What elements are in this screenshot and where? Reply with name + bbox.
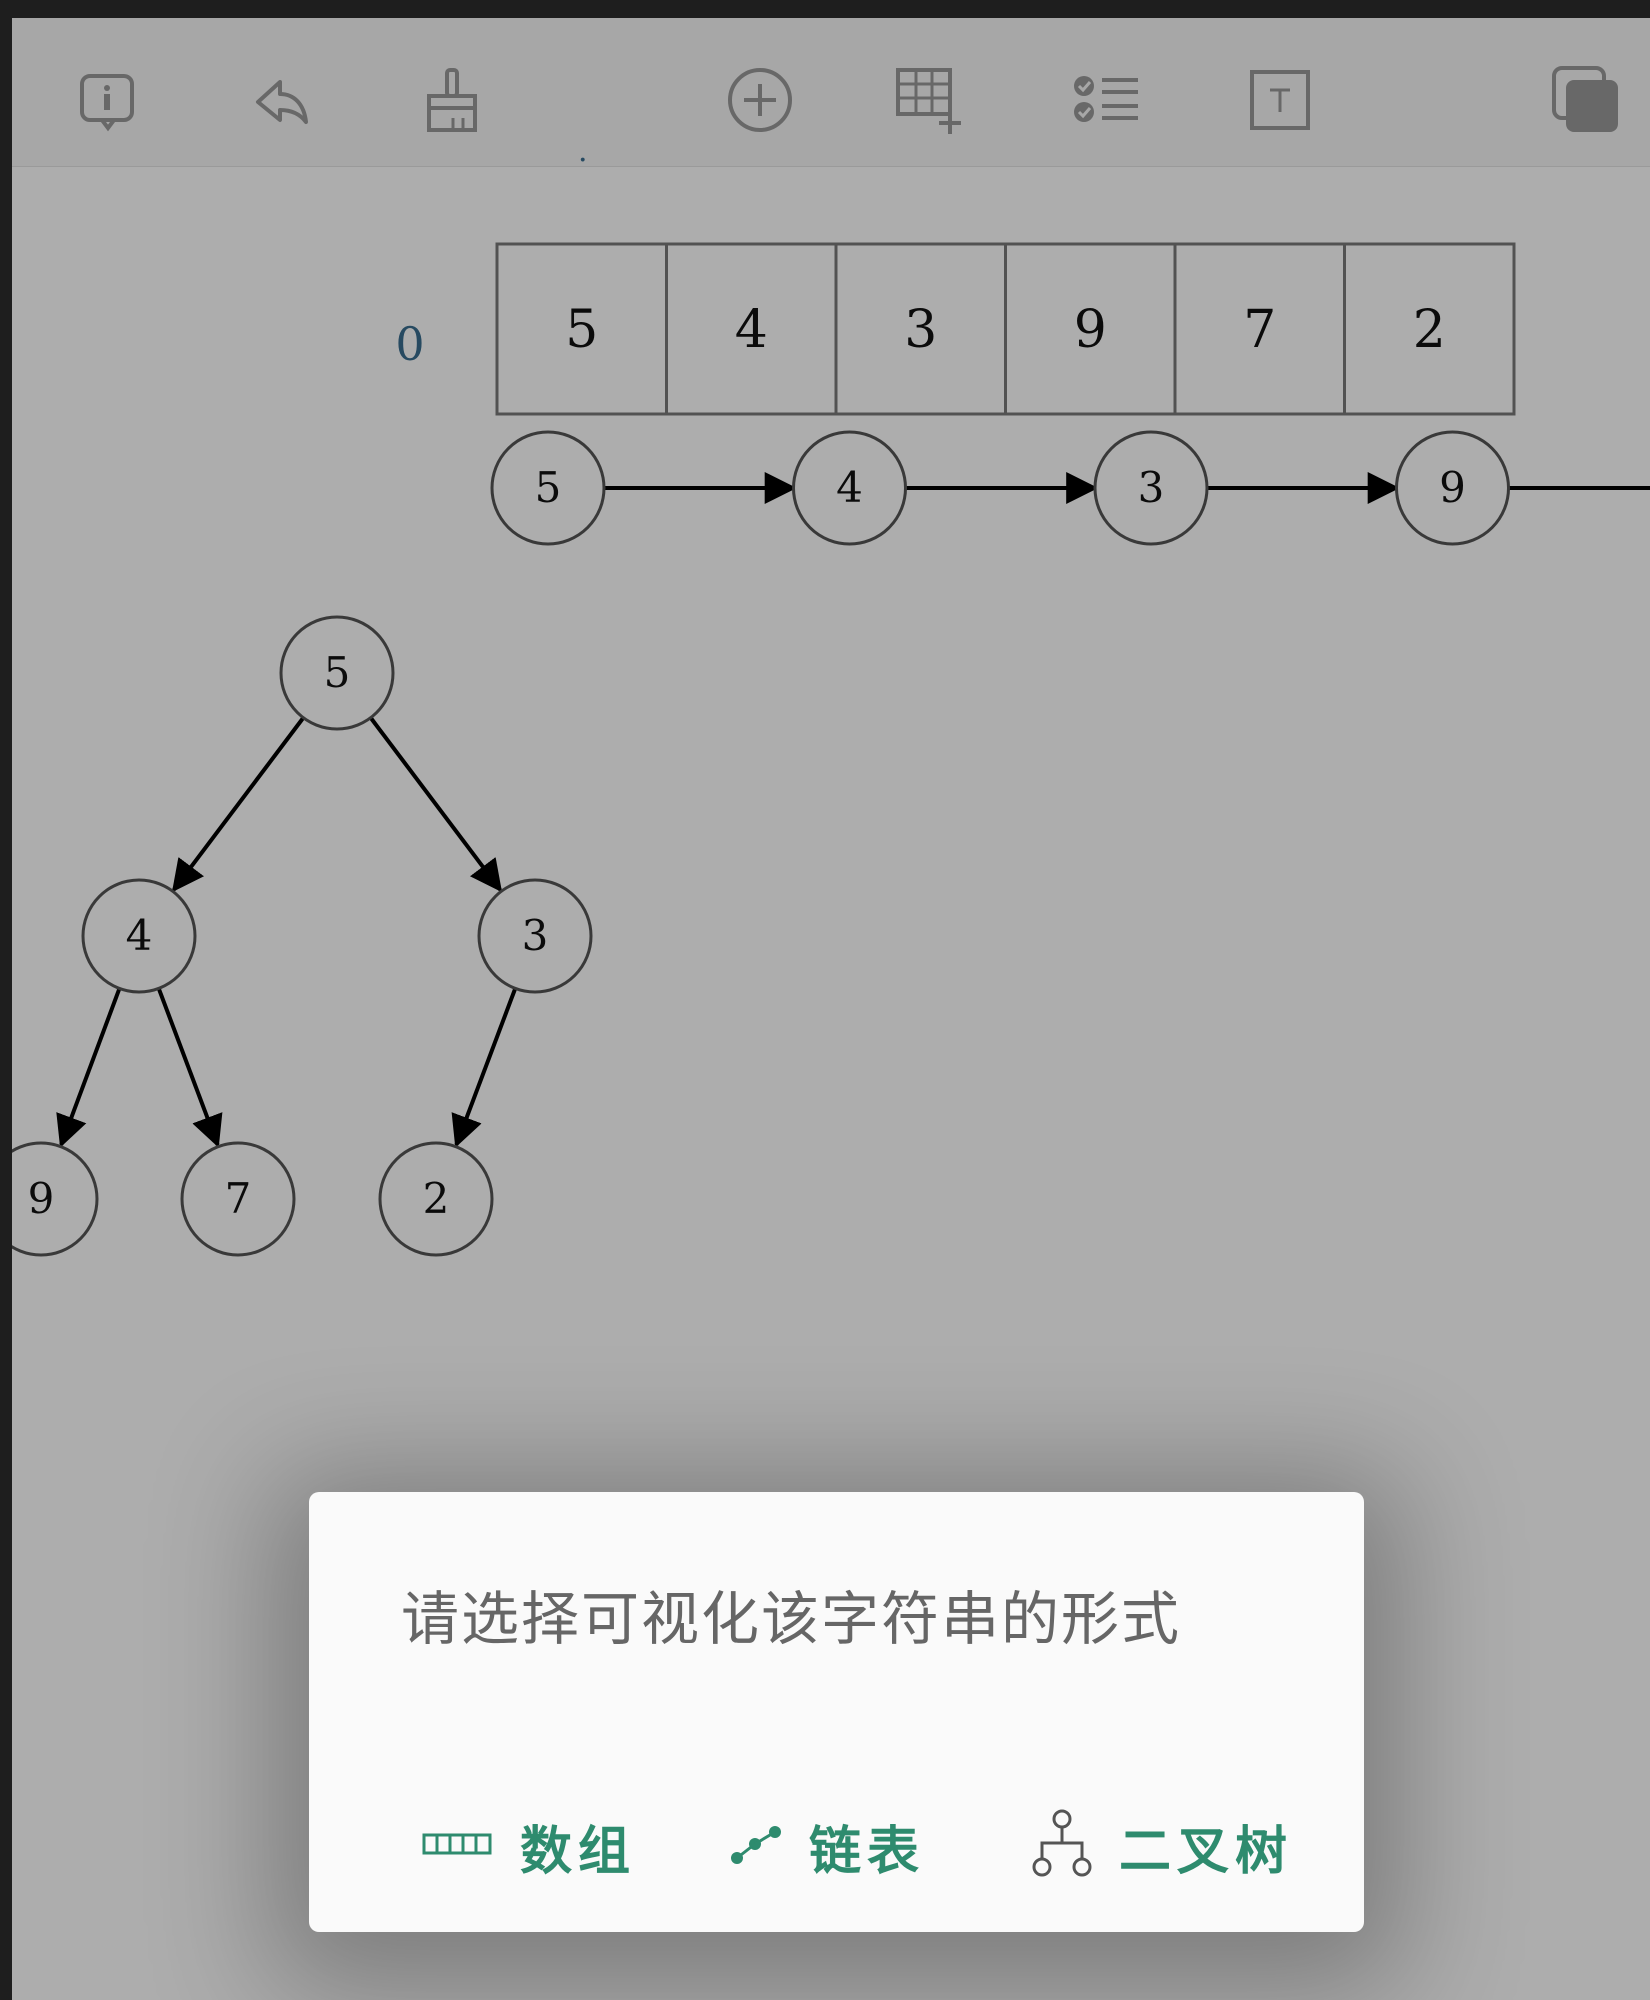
linked-list-button[interactable]: 链表 xyxy=(729,1808,925,1884)
array-icon xyxy=(422,1829,494,1863)
binary-tree-icon xyxy=(1031,1809,1093,1883)
array-button-label: 数组 xyxy=(520,1821,637,1882)
visualization-type-dialog: 请选择可视化该字符串的形式 数组 链表 二叉树 xyxy=(309,1492,1364,1932)
dialog-message: 请选择可视化该字符串的形式 xyxy=(401,1585,1182,1653)
binary-tree-button[interactable]: 二叉树 xyxy=(1031,1808,1293,1884)
app-window: · 0 543972 5439 543972 请选择可视化该字符串的形式 数组 … xyxy=(12,18,1650,2000)
linked-list-icon xyxy=(729,1822,783,1870)
array-button[interactable]: 数组 xyxy=(422,1808,636,1884)
binary-tree-button-label: 二叉树 xyxy=(1119,1821,1294,1882)
linked-list-button-label: 链表 xyxy=(809,1821,926,1882)
